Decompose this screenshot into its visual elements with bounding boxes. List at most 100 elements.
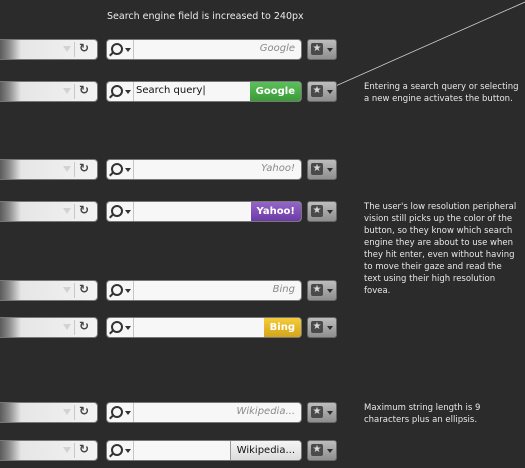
url-bar[interactable]: ↻ — [0, 159, 98, 180]
bookmark-button[interactable]: ★ — [307, 201, 337, 222]
bookmark-dropdown-icon[interactable] — [327, 326, 333, 330]
reload-icon[interactable]: ↻ — [79, 404, 89, 418]
engine-dropdown-icon[interactable] — [125, 326, 131, 330]
search-engine-button[interactable]: Bing — [263, 318, 301, 337]
toolbar-row-bing-idle: ↻ Bing ★ — [0, 280, 340, 301]
toolbar-row-wikipedia-active: ↻ Wikipedia... ★ — [0, 440, 340, 461]
divider — [74, 283, 75, 298]
bookmark-button[interactable]: ★ — [307, 402, 337, 423]
magnifier-icon[interactable] — [111, 205, 123, 217]
engine-dropdown-icon[interactable] — [125, 210, 131, 214]
divider — [133, 40, 134, 59]
bookmark-button[interactable]: ★ — [307, 81, 337, 102]
search-placeholder: Bing — [272, 284, 295, 295]
search-engine-button[interactable]: Google — [249, 82, 301, 101]
magnifier-icon[interactable] — [111, 444, 123, 456]
url-dropdown-icon[interactable] — [63, 46, 71, 52]
search-engine-button[interactable]: Wikipedia... — [229, 441, 301, 460]
star-icon: ★ — [311, 205, 323, 217]
star-icon: ★ — [311, 444, 323, 456]
engine-dropdown-icon[interactable] — [125, 168, 131, 172]
engine-dropdown-icon[interactable] — [125, 411, 131, 415]
url-bar[interactable]: ↻ — [0, 440, 98, 461]
search-field[interactable]: Search query| Google — [106, 81, 302, 102]
url-dropdown-icon[interactable] — [63, 287, 71, 293]
bookmark-dropdown-icon[interactable] — [327, 168, 333, 172]
magnifier-icon[interactable] — [111, 43, 123, 55]
divider — [74, 405, 75, 420]
toolbar-row-bing-active: ↻ Bing ★ — [0, 317, 340, 338]
engine-dropdown-icon[interactable] — [125, 48, 131, 52]
search-field[interactable]: Yahoo! — [106, 159, 302, 180]
bookmark-dropdown-icon[interactable] — [327, 289, 333, 293]
magnifier-icon[interactable] — [111, 321, 123, 333]
url-bar[interactable]: ↻ — [0, 280, 98, 301]
reload-icon[interactable]: ↻ — [79, 442, 89, 456]
search-query: Search query| — [136, 85, 206, 96]
bookmark-button[interactable]: ★ — [307, 317, 337, 338]
url-bar[interactable]: ↻ — [0, 402, 98, 423]
star-icon: ★ — [311, 85, 323, 97]
search-field[interactable]: Google — [106, 39, 302, 60]
search-field[interactable]: Wikipedia... — [106, 402, 302, 423]
url-dropdown-icon[interactable] — [63, 166, 71, 172]
search-placeholder: Wikipedia... — [236, 406, 295, 417]
reload-icon[interactable]: ↻ — [79, 203, 89, 217]
magnifier-icon[interactable] — [111, 85, 123, 97]
engine-dropdown-icon[interactable] — [125, 90, 131, 94]
search-placeholder: Yahoo! — [261, 163, 295, 174]
divider — [74, 84, 75, 99]
bookmark-button[interactable]: ★ — [307, 159, 337, 180]
reload-icon[interactable]: ↻ — [79, 161, 89, 175]
search-field[interactable]: Yahoo! — [106, 201, 302, 222]
page-title: Search engine field is increased to 240p… — [107, 11, 304, 22]
bookmark-button[interactable]: ★ — [307, 39, 337, 60]
magnifier-icon[interactable] — [111, 284, 123, 296]
engine-dropdown-icon[interactable] — [125, 289, 131, 293]
search-field[interactable]: Bing — [106, 280, 302, 301]
url-dropdown-icon[interactable] — [63, 208, 71, 214]
reload-icon[interactable]: ↻ — [79, 282, 89, 296]
toolbar-row-google-active: ↻ Search query| Google ★ — [0, 81, 340, 102]
bookmark-button[interactable]: ★ — [307, 280, 337, 301]
search-placeholder: Google — [259, 43, 295, 54]
url-dropdown-icon[interactable] — [63, 324, 71, 330]
url-bar[interactable]: ↻ — [0, 201, 98, 222]
divider — [74, 204, 75, 219]
star-icon: ★ — [311, 284, 323, 296]
bookmark-dropdown-icon[interactable] — [327, 449, 333, 453]
divider — [74, 162, 75, 177]
bookmark-dropdown-icon[interactable] — [327, 48, 333, 52]
bookmark-button[interactable]: ★ — [307, 440, 337, 461]
star-icon: ★ — [311, 406, 323, 418]
bookmark-dropdown-icon[interactable] — [327, 210, 333, 214]
url-dropdown-icon[interactable] — [63, 88, 71, 94]
bookmark-dropdown-icon[interactable] — [327, 411, 333, 415]
divider — [133, 281, 134, 300]
search-field[interactable]: Wikipedia... — [106, 440, 302, 461]
divider — [133, 82, 134, 101]
star-icon: ★ — [311, 163, 323, 175]
bookmark-dropdown-icon[interactable] — [327, 90, 333, 94]
url-bar[interactable]: ↻ — [0, 39, 98, 60]
note-max-length: Maximum string length is 9 characters pl… — [364, 403, 481, 425]
engine-dropdown-icon[interactable] — [125, 449, 131, 453]
divider — [133, 441, 134, 460]
reload-icon[interactable]: ↻ — [79, 41, 89, 55]
magnifier-icon[interactable] — [111, 406, 123, 418]
note-activate: Entering a search query or selecting a n… — [364, 82, 519, 104]
divider — [133, 403, 134, 422]
divider — [133, 202, 134, 221]
reload-icon[interactable]: ↻ — [79, 83, 89, 97]
url-dropdown-icon[interactable] — [63, 447, 71, 453]
toolbar-row-yahoo-idle: ↻ Yahoo! ★ — [0, 159, 340, 180]
url-bar[interactable]: ↻ — [0, 317, 98, 338]
url-dropdown-icon[interactable] — [63, 409, 71, 415]
magnifier-icon[interactable] — [111, 163, 123, 175]
url-bar[interactable]: ↻ — [0, 81, 98, 102]
divider — [133, 318, 134, 337]
note-peripheral-vision: The user's low resolution peripheral vis… — [364, 202, 517, 296]
search-field[interactable]: Bing — [106, 317, 302, 338]
reload-icon[interactable]: ↻ — [79, 319, 89, 333]
search-engine-button[interactable]: Yahoo! — [250, 202, 301, 221]
